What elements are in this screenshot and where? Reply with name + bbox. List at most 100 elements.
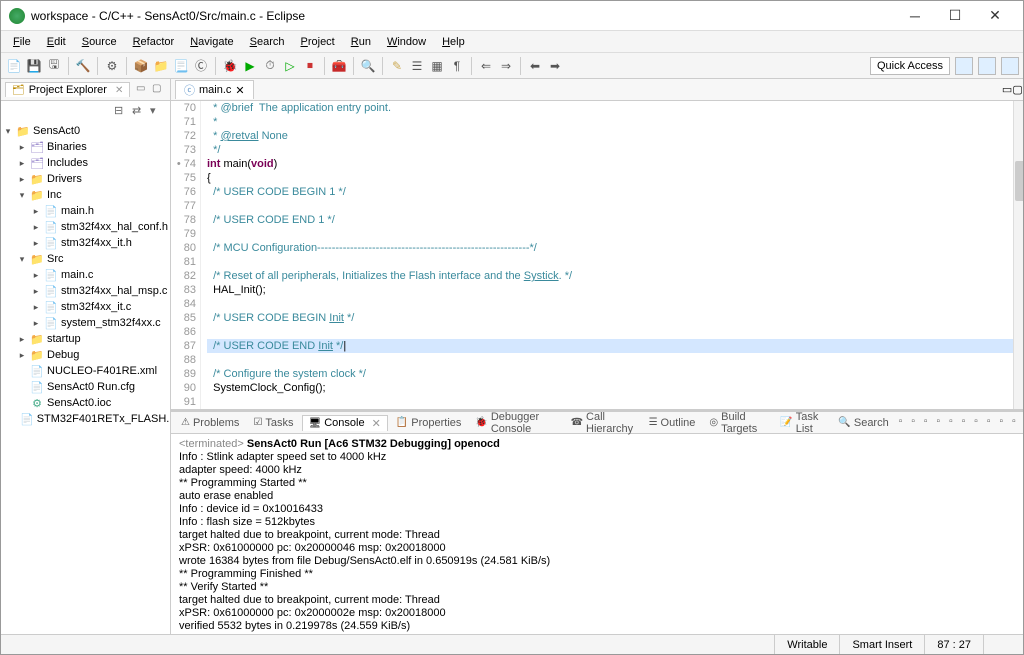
tree-node[interactable]: ▸📁startup: [3, 331, 168, 347]
tree-node[interactable]: ▸🗂Includes: [3, 155, 168, 171]
bottom-tab-task-list[interactable]: 📝Task List: [774, 410, 830, 436]
twisty-icon[interactable]: ▸: [17, 142, 27, 153]
link-editor-icon[interactable]: ⇄: [132, 104, 146, 118]
perspective-button-other[interactable]: [1001, 57, 1019, 75]
tree-node[interactable]: ▸📄main.c: [3, 267, 168, 283]
menu-refactor[interactable]: Refactor: [125, 34, 183, 50]
twisty-icon[interactable]: ▸: [31, 222, 41, 233]
back-icon[interactable]: ⬅: [526, 57, 544, 75]
tree-node[interactable]: ⚙SensAct0.ioc: [3, 395, 168, 411]
menu-edit[interactable]: Edit: [39, 34, 74, 50]
code-editor[interactable]: 70717273• 747576777879808182838485868788…: [171, 101, 1023, 409]
view-menu-icon[interactable]: ▾: [150, 104, 164, 118]
remove-all-icon[interactable]: ▫: [911, 416, 922, 430]
tree-node[interactable]: ▸🗂Binaries: [3, 139, 168, 155]
twisty-icon[interactable]: ▸: [31, 318, 41, 329]
new-project-icon[interactable]: 📦: [132, 57, 150, 75]
run-last-icon[interactable]: ▷: [281, 57, 299, 75]
twisty-icon[interactable]: ▸: [31, 302, 41, 313]
twisty-icon[interactable]: ▸: [17, 158, 27, 169]
menu-run[interactable]: Run: [343, 34, 379, 50]
new-icon[interactable]: 📄: [5, 57, 23, 75]
tree-node[interactable]: ▸📄main.h: [3, 203, 168, 219]
maximize-view-icon[interactable]: ▢: [152, 83, 166, 97]
bottom-tab-properties[interactable]: 📋Properties: [390, 416, 468, 430]
run-icon[interactable]: ▶: [241, 57, 259, 75]
twisty-icon[interactable]: ▸: [31, 270, 41, 281]
menu-window[interactable]: Window: [379, 34, 434, 50]
menu-project[interactable]: Project: [293, 34, 343, 50]
perspective-button-debug[interactable]: [978, 57, 996, 75]
editor-scrollbar[interactable]: [1013, 101, 1023, 409]
next-annotation-icon[interactable]: ⇒: [497, 57, 515, 75]
twisty-icon[interactable]: ▾: [17, 254, 27, 265]
menu-help[interactable]: Help: [434, 34, 473, 50]
twisty-icon[interactable]: ▸: [17, 334, 27, 345]
menu-navigate[interactable]: Navigate: [182, 34, 241, 50]
quick-access[interactable]: Quick Access: [870, 57, 950, 75]
tool-icon[interactable]: ⚙: [103, 57, 121, 75]
search-icon[interactable]: 🔍: [359, 57, 377, 75]
project-tree[interactable]: ▾📁SensAct0▸🗂Binaries▸🗂Includes▸📁Drivers ▾…: [1, 121, 170, 634]
bottom-tab-problems[interactable]: ⚠Problems: [175, 416, 245, 430]
save-all-icon[interactable]: 🖫: [45, 57, 63, 75]
debug-icon[interactable]: 🐞: [221, 57, 239, 75]
tree-node[interactable]: ▸📄stm32f4xx_it.h: [3, 235, 168, 251]
block-icon[interactable]: ▦: [428, 57, 446, 75]
toggle-icon[interactable]: ☰: [408, 57, 426, 75]
tree-node[interactable]: ▸📁Drivers: [3, 171, 168, 187]
bottom-tab-tasks[interactable]: ☑Tasks: [247, 416, 299, 430]
open-icon[interactable]: ▫: [987, 416, 998, 430]
bottom-tab-search[interactable]: 🔍Search: [832, 416, 894, 430]
tree-node[interactable]: ▸📄stm32f4xx_hal_msp.c: [3, 283, 168, 299]
minimize-view-icon[interactable]: ▭: [136, 83, 150, 97]
bottom-tab-call-hierarchy[interactable]: ☎Call Hierarchy: [565, 410, 641, 436]
close-icon[interactable]: ✕: [115, 85, 123, 96]
minimize-editor-icon[interactable]: ▭: [1002, 83, 1012, 96]
display-icon[interactable]: ▫: [974, 416, 985, 430]
menu-search[interactable]: Search: [242, 34, 293, 50]
menu-source[interactable]: Source: [74, 34, 125, 50]
pin-icon[interactable]: ▫: [962, 416, 973, 430]
remove-icon[interactable]: ▫: [899, 416, 910, 430]
wrap-icon[interactable]: ▫: [949, 416, 960, 430]
save-icon[interactable]: 💾: [25, 57, 43, 75]
console-output[interactable]: <terminated> SensAct0 Run [Ac6 STM32 Deb…: [171, 434, 1023, 634]
close-icon[interactable]: ✕: [372, 417, 381, 430]
project-explorer-tab[interactable]: 🗂 Project Explorer ✕: [5, 82, 130, 97]
max-icon[interactable]: ▫: [1012, 416, 1023, 430]
bottom-tab-debugger-console[interactable]: 🐞Debugger Console: [469, 410, 562, 436]
mark-icon[interactable]: ✎: [388, 57, 406, 75]
maximize-button[interactable]: ☐: [935, 1, 975, 31]
profile-icon[interactable]: ⏱: [261, 57, 279, 75]
twisty-icon[interactable]: ▸: [17, 350, 27, 361]
min-icon[interactable]: ▫: [999, 416, 1010, 430]
external-tool-icon[interactable]: 🧰: [330, 57, 348, 75]
tree-node[interactable]: ▾📁SensAct0: [3, 123, 168, 139]
tree-node[interactable]: ▸📄stm32f4xx_hal_conf.h: [3, 219, 168, 235]
bottom-tab-build-targets[interactable]: ◎Build Targets: [703, 410, 772, 436]
close-button[interactable]: ✕: [975, 1, 1015, 31]
tree-node[interactable]: ▸📄stm32f4xx_it.c: [3, 299, 168, 315]
close-icon[interactable]: ✕: [235, 84, 244, 97]
clear-icon[interactable]: ▫: [924, 416, 935, 430]
twisty-icon[interactable]: ▾: [3, 126, 13, 137]
build-icon[interactable]: 🔨: [74, 57, 92, 75]
twisty-icon[interactable]: ▸: [31, 238, 41, 249]
twisty-icon[interactable]: ▸: [31, 286, 41, 297]
collapse-all-icon[interactable]: ⊟: [114, 104, 128, 118]
forward-icon[interactable]: ➡: [546, 57, 564, 75]
code-area[interactable]: * @brief The application entry point. * …: [201, 101, 1013, 409]
twisty-icon[interactable]: ▸: [17, 174, 27, 185]
maximize-editor-icon[interactable]: ▢: [1012, 83, 1022, 96]
perspective-button-cpp[interactable]: [955, 57, 973, 75]
tree-node[interactable]: 📄STM32F401RETx_FLASH.ld: [3, 411, 168, 427]
prev-annotation-icon[interactable]: ⇐: [477, 57, 495, 75]
editor-tab-main-c[interactable]: ⓒ main.c ✕: [175, 80, 254, 99]
minimize-button[interactable]: ─: [895, 1, 935, 31]
new-class-icon[interactable]: Ⓒ: [192, 57, 210, 75]
twisty-icon[interactable]: ▸: [31, 206, 41, 217]
bottom-tab-console[interactable]: 🖥Console✕: [302, 415, 388, 431]
menu-file[interactable]: File: [5, 34, 39, 50]
scroll-lock-icon[interactable]: ▫: [937, 416, 948, 430]
